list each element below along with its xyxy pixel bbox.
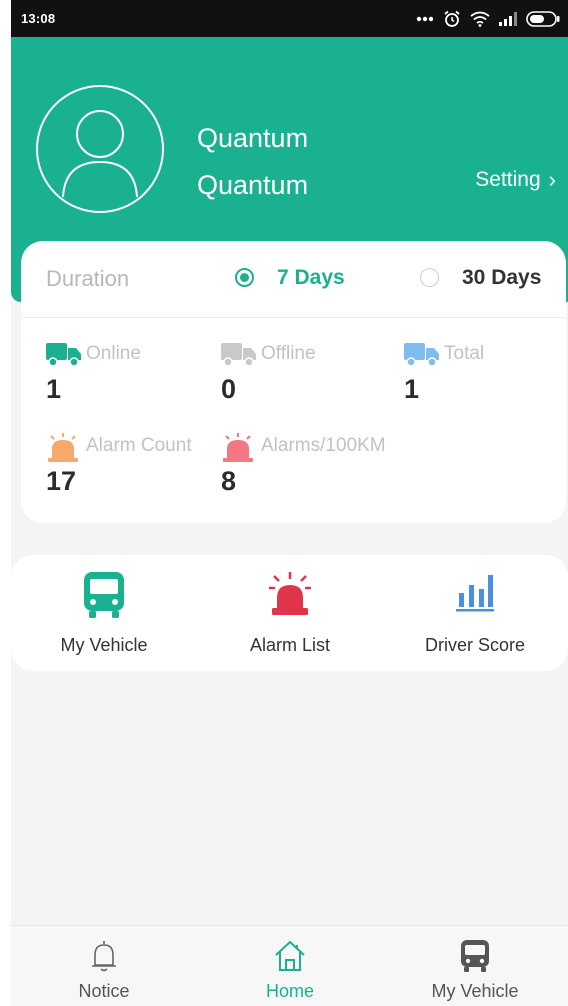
stat-alarm-count-value: 17 bbox=[46, 466, 77, 496]
stat-total-value: 1 bbox=[404, 374, 420, 404]
stat-online: Online 1 bbox=[46, 341, 216, 411]
truck-icon bbox=[221, 343, 256, 367]
status-bar: 13:08 bbox=[11, 0, 568, 37]
battery-icon bbox=[526, 10, 560, 27]
stat-offline-label: Offline bbox=[261, 343, 316, 364]
bottom-tab-bar: Notice Home My Vehicle bbox=[11, 925, 568, 1006]
bell-icon bbox=[92, 941, 116, 972]
tab-home[interactable]: Home bbox=[197, 926, 383, 1006]
home-icon bbox=[275, 940, 305, 971]
tab-my-vehicle[interactable]: My Vehicle bbox=[382, 926, 568, 1006]
truck-icon bbox=[46, 343, 81, 367]
alarm-list-label: Alarm List bbox=[249, 635, 330, 655]
bus-icon bbox=[84, 572, 124, 618]
tab-notice[interactable]: Notice bbox=[11, 926, 197, 1006]
truck-icon bbox=[404, 343, 439, 367]
status-icons bbox=[416, 10, 560, 28]
siren-icon bbox=[223, 433, 253, 462]
stat-offline: Offline 0 bbox=[221, 341, 391, 411]
tab-home-label: Home bbox=[265, 981, 314, 1001]
status-time: 13:08 bbox=[21, 11, 56, 26]
quick-actions: My Vehicle Alarm List Driver Score bbox=[11, 555, 568, 671]
stat-online-value: 1 bbox=[46, 374, 62, 404]
option-30-days-label[interactable]: 30 Days bbox=[462, 266, 541, 290]
stat-alarm-count-label: Alarm Count bbox=[86, 435, 192, 456]
chevron-right-icon: › bbox=[548, 167, 556, 192]
my-vehicle-button[interactable]: My Vehicle bbox=[11, 555, 197, 671]
option-7-days-label[interactable]: 7 Days bbox=[277, 266, 345, 290]
tab-my-vehicle-label: My Vehicle bbox=[431, 981, 519, 1001]
stat-online-label: Online bbox=[86, 343, 141, 364]
stats-card: Duration 7 Days 30 Days Online 1 Offline… bbox=[21, 241, 566, 523]
wifi-icon bbox=[470, 11, 490, 27]
my-vehicle-label: My Vehicle bbox=[60, 635, 148, 655]
user-name-line1: Quantum bbox=[197, 123, 309, 153]
stat-total: Total 1 bbox=[404, 341, 568, 411]
alarm-clock-icon bbox=[444, 10, 460, 27]
user-name: Quantum Quantum bbox=[197, 115, 308, 209]
alarm-light-icon bbox=[269, 572, 311, 615]
stat-offline-value: 0 bbox=[221, 374, 237, 404]
stat-alarms-per-100km-label: Alarms/100KM bbox=[261, 435, 386, 456]
tab-notice-label: Notice bbox=[78, 981, 130, 1001]
stat-alarms-per-100km-value: 8 bbox=[221, 466, 237, 496]
duration-selector: Duration 7 Days 30 Days bbox=[21, 241, 566, 318]
duration-label: Duration bbox=[46, 266, 130, 291]
bus-icon bbox=[461, 940, 489, 972]
driver-score-label: Driver Score bbox=[424, 635, 526, 655]
radio-30-days[interactable] bbox=[420, 268, 439, 287]
setting-label: Setting bbox=[475, 168, 541, 191]
bar-chart-icon bbox=[456, 575, 494, 612]
siren-icon bbox=[48, 433, 78, 462]
alarm-list-button[interactable]: Alarm List bbox=[197, 555, 383, 671]
stat-total-label: Total bbox=[444, 343, 485, 364]
more-dots-icon bbox=[416, 16, 434, 21]
signal-icon bbox=[499, 11, 517, 26]
radio-7-days[interactable] bbox=[235, 268, 254, 287]
stat-alarms-per-100km: Alarms/100KM 8 bbox=[221, 433, 441, 503]
setting-link[interactable]: Setting › bbox=[475, 167, 556, 193]
driver-score-button[interactable]: Driver Score bbox=[382, 555, 568, 671]
app-screen: 13:08 Quantum Quantum Setting › Duration… bbox=[11, 0, 568, 1006]
stat-alarm-count: Alarm Count 17 bbox=[46, 433, 216, 503]
user-name-line2: Quantum bbox=[197, 170, 309, 200]
avatar[interactable] bbox=[35, 84, 165, 214]
